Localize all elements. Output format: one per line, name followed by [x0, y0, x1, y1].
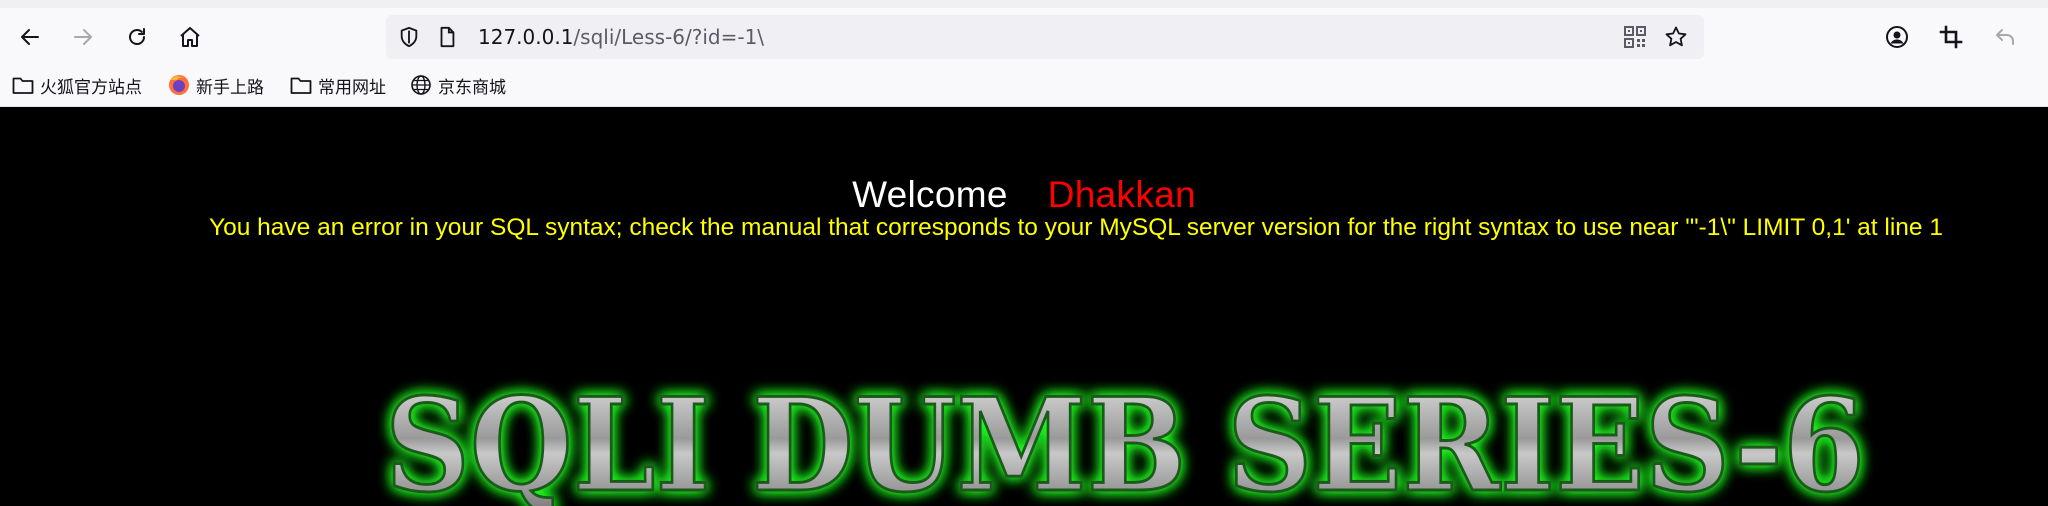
folder-icon: [290, 77, 312, 94]
account-button[interactable]: [1882, 22, 1912, 52]
bookmark-item[interactable]: 常用网址: [290, 72, 386, 98]
tracking-protection-icon[interactable]: [398, 26, 420, 53]
bookmark-label: 常用网址: [318, 77, 386, 98]
bookmark-label: 新手上路: [196, 77, 264, 98]
crop-icon: [1939, 25, 1963, 49]
back-button[interactable]: [15, 22, 45, 52]
bookmark-item[interactable]: 火狐官方站点: [12, 72, 142, 98]
forward-button[interactable]: [68, 22, 98, 52]
user-name: Dhakkan: [1047, 174, 1196, 215]
page-content: Welcome Dhakkan You have an error in your…: [0, 107, 2048, 506]
url-path: /sqli/Less-6/?id=-1\: [573, 25, 765, 49]
bookmark-label: 火狐官方站点: [40, 77, 142, 98]
folder-icon: [12, 77, 34, 94]
navigation-toolbar: 127.0.0.1/sqli/Less-6/?id=-1\: [0, 8, 2048, 64]
url-host: 127.0.0.1: [478, 25, 574, 49]
screenshot-button[interactable]: [1936, 22, 1966, 52]
bookmark-star-icon[interactable]: [1664, 25, 1688, 54]
welcome-text: Welcome: [852, 174, 1008, 215]
welcome-line: Welcome Dhakkan: [0, 173, 2048, 217]
bookmark-item[interactable]: 新手上路: [168, 72, 264, 98]
home-icon: [180, 27, 200, 47]
banner-text: SQLI DUMB SERIES-6: [385, 371, 1865, 506]
sql-error-message: You have an error in your SQL syntax; ch…: [209, 214, 1943, 241]
home-button[interactable]: [175, 22, 205, 52]
account-icon: [1886, 26, 1908, 48]
bookmark-item[interactable]: 京东商城: [410, 72, 506, 98]
firefox-icon: [169, 75, 189, 95]
bookmark-label: 京东商城: [438, 77, 506, 98]
qr-code-icon[interactable]: [1624, 26, 1646, 53]
globe-icon: [411, 75, 431, 95]
url-text[interactable]: 127.0.0.1/sqli/Less-6/?id=-1\: [478, 25, 764, 49]
undo-button[interactable]: [1990, 22, 2020, 52]
sqli-dumb-series-banner: SQLI DUMB SERIES-6: [384, 370, 1867, 506]
address-bar[interactable]: 127.0.0.1/sqli/Less-6/?id=-1\: [386, 15, 1704, 59]
page-info-icon[interactable]: [436, 26, 458, 53]
arrow-left-icon: [21, 29, 39, 45]
window-top-strip: [0, 0, 2048, 8]
reload-button[interactable]: [122, 22, 152, 52]
undo-arrow-icon: [1996, 29, 2014, 45]
bookmarks-toolbar: 火狐官方站点 新手上路 常用网址 京东商城: [0, 64, 2048, 107]
arrow-right-icon: [74, 29, 92, 45]
reload-icon: [129, 28, 145, 45]
